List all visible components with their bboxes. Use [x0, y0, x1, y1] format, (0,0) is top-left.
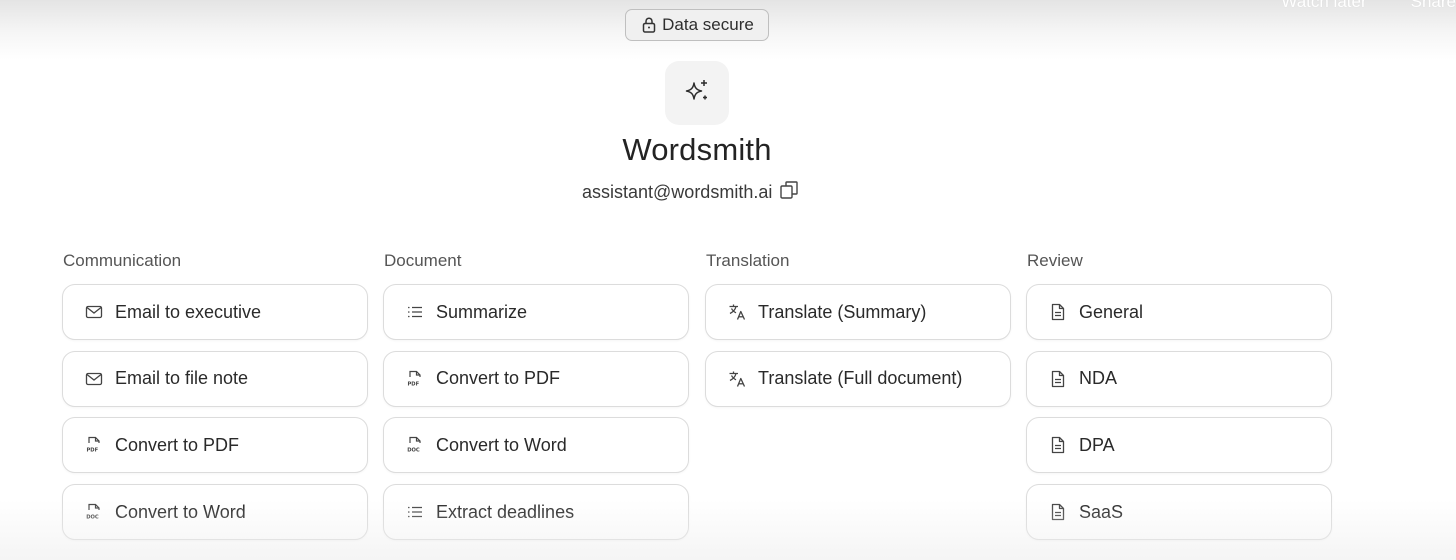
column-title: Communication: [63, 251, 182, 270]
data-secure-badge: Data secure: [625, 9, 769, 41]
action-review-general[interactable]: General: [1026, 284, 1332, 340]
action-label: Summarize: [436, 301, 528, 322]
assistant-logo: [665, 61, 729, 125]
column-communication: Communication Email to executive Email t…: [62, 251, 368, 551]
action-translate-full-document[interactable]: Translate (Full document): [705, 350, 1011, 407]
assistant-email-row: assistant@wordsmith.ai: [582, 180, 800, 204]
action-label: Convert to Word: [436, 434, 567, 455]
svg-text:DOC: DOC: [86, 515, 99, 521]
doc-file-icon: DOC: [85, 503, 103, 521]
watch-later-link[interactable]: Watch later: [1281, 0, 1366, 12]
action-label: DPA: [1079, 434, 1115, 455]
action-review-saas[interactable]: SaaS: [1026, 484, 1332, 541]
sparkle-icon: [682, 76, 712, 111]
action-convert-to-pdf[interactable]: PDF Convert to PDF: [62, 417, 368, 474]
action-review-nda[interactable]: NDA: [1026, 350, 1332, 407]
action-label: Convert to PDF: [115, 434, 240, 455]
action-label: Convert to Word: [115, 501, 246, 522]
badge-label: Data secure: [662, 15, 754, 34]
action-convert-to-word[interactable]: DOC Convert to Word: [62, 484, 368, 541]
share-link[interactable]: Share: [1411, 0, 1456, 12]
copy-icon[interactable]: [778, 179, 800, 206]
column-document: Document Summarize PDF Convert to PDF DO…: [383, 251, 689, 551]
pdf-file-icon: PDF: [406, 370, 424, 388]
action-label: Email to executive: [115, 301, 262, 322]
list-icon: [406, 303, 424, 321]
action-summarize[interactable]: Summarize: [383, 284, 689, 340]
document-icon: [1049, 503, 1067, 521]
action-label: Translate (Summary): [758, 301, 927, 322]
translate-icon: [728, 370, 746, 388]
action-translate-summary[interactable]: Translate (Summary): [705, 284, 1011, 340]
action-extract-deadlines[interactable]: Extract deadlines: [383, 484, 689, 541]
assistant-name: Wordsmith: [622, 132, 772, 167]
column-translation: Translation Translate (Summary) Translat…: [705, 251, 1011, 417]
action-label: Email to file note: [115, 368, 249, 389]
action-email-to-file-note[interactable]: Email to file note: [62, 350, 368, 407]
document-icon: [1049, 303, 1067, 321]
action-convert-to-word[interactable]: DOC Convert to Word: [383, 417, 689, 474]
action-email-to-executive[interactable]: Email to executive: [62, 284, 368, 340]
lock-icon: [640, 16, 658, 34]
action-label: NDA: [1079, 368, 1118, 389]
document-icon: [1049, 370, 1067, 388]
overlay-links: Watch later Share: [1281, 0, 1456, 12]
svg-text:DOC: DOC: [407, 448, 420, 454]
column-title: Review: [1027, 251, 1083, 270]
column-title: Document: [384, 251, 462, 270]
pdf-file-icon: PDF: [85, 436, 103, 454]
action-review-dpa[interactable]: DPA: [1026, 417, 1332, 474]
action-label: Extract deadlines: [436, 501, 575, 522]
mail-icon: [85, 370, 103, 388]
column-review: Review General NDA DPA SaaS: [1026, 251, 1332, 551]
action-label: Convert to PDF: [436, 368, 561, 389]
translate-icon: [728, 303, 746, 321]
action-label: General: [1079, 301, 1144, 322]
mail-icon: [85, 303, 103, 321]
svg-text:PDF: PDF: [87, 448, 99, 454]
svg-text:PDF: PDF: [408, 381, 420, 387]
column-title: Translation: [706, 251, 790, 270]
action-convert-to-pdf[interactable]: PDF Convert to PDF: [383, 350, 689, 407]
action-label: SaaS: [1079, 501, 1124, 522]
assistant-email: assistant@wordsmith.ai: [582, 181, 773, 202]
action-label: Translate (Full document): [758, 368, 963, 389]
doc-file-icon: DOC: [406, 436, 424, 454]
list-icon: [406, 503, 424, 521]
document-icon: [1049, 436, 1067, 454]
